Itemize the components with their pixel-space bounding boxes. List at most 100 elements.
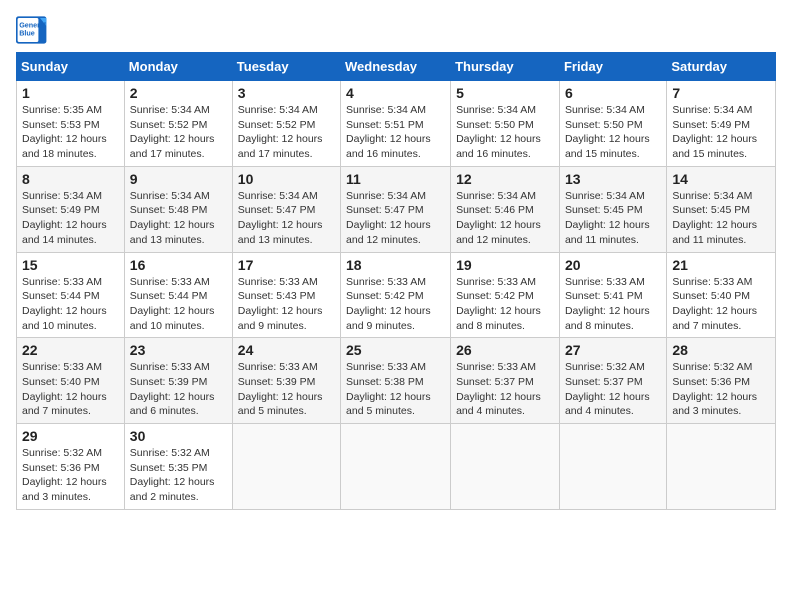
- calendar-cell: 23 Sunrise: 5:33 AMSunset: 5:39 PMDaylig…: [124, 338, 232, 424]
- weekday-header-row: SundayMondayTuesdayWednesdayThursdayFrid…: [17, 53, 776, 81]
- calendar-cell: [559, 424, 666, 510]
- day-number: 1: [22, 85, 119, 101]
- calendar-cell: 6 Sunrise: 5:34 AMSunset: 5:50 PMDayligh…: [559, 81, 666, 167]
- calendar-cell: [341, 424, 451, 510]
- day-info: Sunrise: 5:32 AMSunset: 5:36 PMDaylight:…: [672, 361, 757, 417]
- calendar-cell: [667, 424, 776, 510]
- calendar-cell: 30 Sunrise: 5:32 AMSunset: 5:35 PMDaylig…: [124, 424, 232, 510]
- day-info: Sunrise: 5:34 AMSunset: 5:52 PMDaylight:…: [130, 104, 215, 160]
- calendar-cell: 26 Sunrise: 5:33 AMSunset: 5:37 PMDaylig…: [451, 338, 560, 424]
- calendar-cell: 2 Sunrise: 5:34 AMSunset: 5:52 PMDayligh…: [124, 81, 232, 167]
- day-info: Sunrise: 5:33 AMSunset: 5:38 PMDaylight:…: [346, 361, 431, 417]
- calendar-cell: 16 Sunrise: 5:33 AMSunset: 5:44 PMDaylig…: [124, 252, 232, 338]
- day-info: Sunrise: 5:32 AMSunset: 5:35 PMDaylight:…: [130, 447, 215, 503]
- calendar-cell: 20 Sunrise: 5:33 AMSunset: 5:41 PMDaylig…: [559, 252, 666, 338]
- calendar-cell: 1 Sunrise: 5:35 AMSunset: 5:53 PMDayligh…: [17, 81, 125, 167]
- day-info: Sunrise: 5:33 AMSunset: 5:37 PMDaylight:…: [456, 361, 541, 417]
- calendar-table: SundayMondayTuesdayWednesdayThursdayFrid…: [16, 52, 776, 510]
- calendar-cell: 22 Sunrise: 5:33 AMSunset: 5:40 PMDaylig…: [17, 338, 125, 424]
- header: General Blue: [16, 16, 776, 44]
- day-number: 30: [130, 428, 227, 444]
- day-info: Sunrise: 5:34 AMSunset: 5:51 PMDaylight:…: [346, 104, 431, 160]
- day-info: Sunrise: 5:34 AMSunset: 5:48 PMDaylight:…: [130, 190, 215, 246]
- day-info: Sunrise: 5:34 AMSunset: 5:49 PMDaylight:…: [672, 104, 757, 160]
- calendar-cell: 5 Sunrise: 5:34 AMSunset: 5:50 PMDayligh…: [451, 81, 560, 167]
- calendar-cell: [232, 424, 340, 510]
- day-info: Sunrise: 5:34 AMSunset: 5:52 PMDaylight:…: [238, 104, 323, 160]
- calendar-week-row: 29 Sunrise: 5:32 AMSunset: 5:36 PMDaylig…: [17, 424, 776, 510]
- day-number: 13: [565, 171, 661, 187]
- day-info: Sunrise: 5:34 AMSunset: 5:46 PMDaylight:…: [456, 190, 541, 246]
- calendar-cell: 12 Sunrise: 5:34 AMSunset: 5:46 PMDaylig…: [451, 166, 560, 252]
- calendar-cell: 27 Sunrise: 5:32 AMSunset: 5:37 PMDaylig…: [559, 338, 666, 424]
- day-number: 28: [672, 342, 770, 358]
- calendar-week-row: 15 Sunrise: 5:33 AMSunset: 5:44 PMDaylig…: [17, 252, 776, 338]
- day-number: 12: [456, 171, 554, 187]
- calendar-week-row: 1 Sunrise: 5:35 AMSunset: 5:53 PMDayligh…: [17, 81, 776, 167]
- day-info: Sunrise: 5:34 AMSunset: 5:47 PMDaylight:…: [346, 190, 431, 246]
- day-number: 10: [238, 171, 335, 187]
- calendar-week-row: 8 Sunrise: 5:34 AMSunset: 5:49 PMDayligh…: [17, 166, 776, 252]
- day-number: 22: [22, 342, 119, 358]
- day-number: 14: [672, 171, 770, 187]
- day-info: Sunrise: 5:33 AMSunset: 5:40 PMDaylight:…: [672, 276, 757, 332]
- calendar-cell: 9 Sunrise: 5:34 AMSunset: 5:48 PMDayligh…: [124, 166, 232, 252]
- calendar-cell: [451, 424, 560, 510]
- calendar-cell: 25 Sunrise: 5:33 AMSunset: 5:38 PMDaylig…: [341, 338, 451, 424]
- calendar-cell: 3 Sunrise: 5:34 AMSunset: 5:52 PMDayligh…: [232, 81, 340, 167]
- day-number: 19: [456, 257, 554, 273]
- day-number: 2: [130, 85, 227, 101]
- calendar-cell: 29 Sunrise: 5:32 AMSunset: 5:36 PMDaylig…: [17, 424, 125, 510]
- day-number: 3: [238, 85, 335, 101]
- day-info: Sunrise: 5:32 AMSunset: 5:37 PMDaylight:…: [565, 361, 650, 417]
- calendar-cell: 11 Sunrise: 5:34 AMSunset: 5:47 PMDaylig…: [341, 166, 451, 252]
- calendar-cell: 18 Sunrise: 5:33 AMSunset: 5:42 PMDaylig…: [341, 252, 451, 338]
- weekday-header-wednesday: Wednesday: [341, 53, 451, 81]
- calendar-cell: 13 Sunrise: 5:34 AMSunset: 5:45 PMDaylig…: [559, 166, 666, 252]
- weekday-header-saturday: Saturday: [667, 53, 776, 81]
- calendar-cell: 7 Sunrise: 5:34 AMSunset: 5:49 PMDayligh…: [667, 81, 776, 167]
- day-number: 25: [346, 342, 445, 358]
- day-number: 16: [130, 257, 227, 273]
- calendar-cell: 14 Sunrise: 5:34 AMSunset: 5:45 PMDaylig…: [667, 166, 776, 252]
- calendar-cell: 15 Sunrise: 5:33 AMSunset: 5:44 PMDaylig…: [17, 252, 125, 338]
- day-info: Sunrise: 5:33 AMSunset: 5:42 PMDaylight:…: [456, 276, 541, 332]
- calendar-cell: 28 Sunrise: 5:32 AMSunset: 5:36 PMDaylig…: [667, 338, 776, 424]
- day-info: Sunrise: 5:33 AMSunset: 5:41 PMDaylight:…: [565, 276, 650, 332]
- day-number: 29: [22, 428, 119, 444]
- calendar-cell: 19 Sunrise: 5:33 AMSunset: 5:42 PMDaylig…: [451, 252, 560, 338]
- calendar-cell: 24 Sunrise: 5:33 AMSunset: 5:39 PMDaylig…: [232, 338, 340, 424]
- day-number: 9: [130, 171, 227, 187]
- day-info: Sunrise: 5:33 AMSunset: 5:40 PMDaylight:…: [22, 361, 107, 417]
- day-number: 7: [672, 85, 770, 101]
- day-info: Sunrise: 5:34 AMSunset: 5:50 PMDaylight:…: [565, 104, 650, 160]
- day-number: 6: [565, 85, 661, 101]
- day-number: 4: [346, 85, 445, 101]
- day-number: 24: [238, 342, 335, 358]
- day-number: 15: [22, 257, 119, 273]
- calendar-cell: 21 Sunrise: 5:33 AMSunset: 5:40 PMDaylig…: [667, 252, 776, 338]
- logo: General Blue: [16, 16, 50, 44]
- day-info: Sunrise: 5:33 AMSunset: 5:44 PMDaylight:…: [22, 276, 107, 332]
- calendar-cell: 4 Sunrise: 5:34 AMSunset: 5:51 PMDayligh…: [341, 81, 451, 167]
- day-info: Sunrise: 5:33 AMSunset: 5:43 PMDaylight:…: [238, 276, 323, 332]
- weekday-header-sunday: Sunday: [17, 53, 125, 81]
- day-info: Sunrise: 5:34 AMSunset: 5:45 PMDaylight:…: [672, 190, 757, 246]
- day-info: Sunrise: 5:34 AMSunset: 5:49 PMDaylight:…: [22, 190, 107, 246]
- calendar-body: 1 Sunrise: 5:35 AMSunset: 5:53 PMDayligh…: [17, 81, 776, 510]
- weekday-header-monday: Monday: [124, 53, 232, 81]
- calendar-week-row: 22 Sunrise: 5:33 AMSunset: 5:40 PMDaylig…: [17, 338, 776, 424]
- day-info: Sunrise: 5:34 AMSunset: 5:47 PMDaylight:…: [238, 190, 323, 246]
- calendar-cell: 17 Sunrise: 5:33 AMSunset: 5:43 PMDaylig…: [232, 252, 340, 338]
- day-number: 21: [672, 257, 770, 273]
- day-number: 20: [565, 257, 661, 273]
- weekday-header-tuesday: Tuesday: [232, 53, 340, 81]
- day-info: Sunrise: 5:35 AMSunset: 5:53 PMDaylight:…: [22, 104, 107, 160]
- day-number: 27: [565, 342, 661, 358]
- day-info: Sunrise: 5:32 AMSunset: 5:36 PMDaylight:…: [22, 447, 107, 503]
- day-number: 17: [238, 257, 335, 273]
- day-number: 18: [346, 257, 445, 273]
- weekday-header-thursday: Thursday: [451, 53, 560, 81]
- day-number: 8: [22, 171, 119, 187]
- day-number: 11: [346, 171, 445, 187]
